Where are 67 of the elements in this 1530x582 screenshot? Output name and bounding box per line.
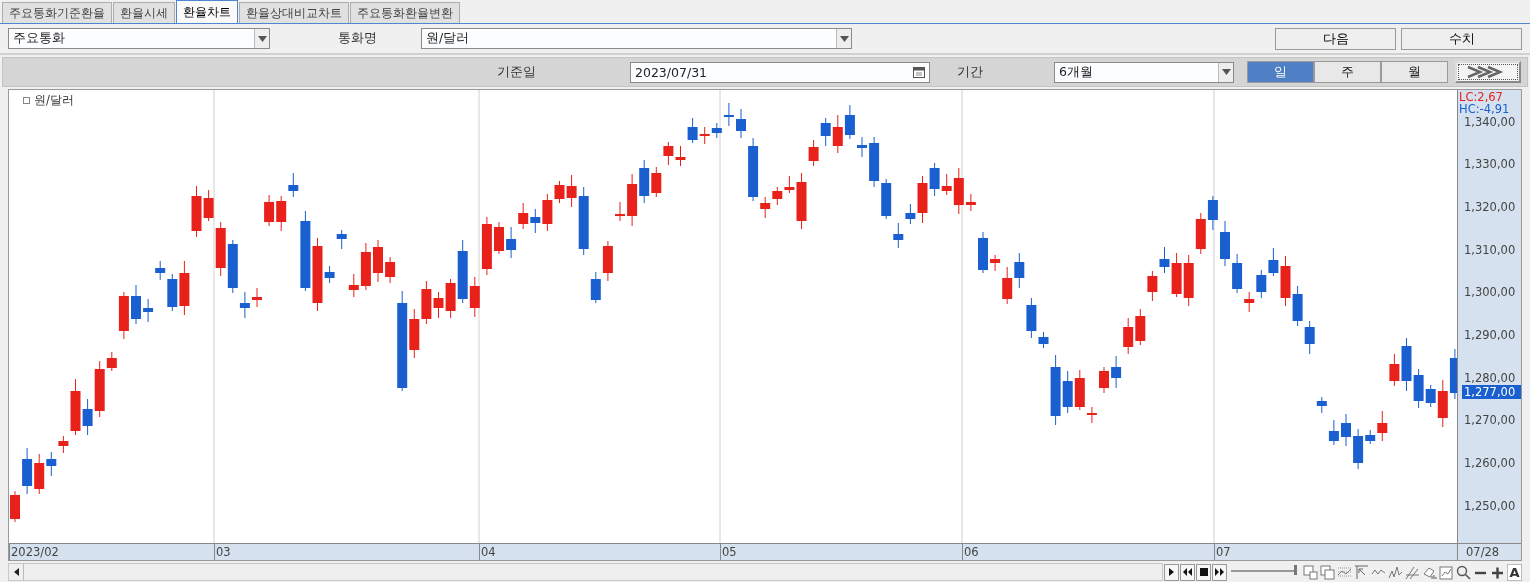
tab[interactable]: 주요통화기준환율 [2,2,112,24]
diagonal-lines-icon[interactable] [1405,564,1420,580]
y-axis-label: 1,310,00 [1464,242,1516,257]
tab[interactable]: 환율차트 [176,0,238,24]
search-icon[interactable] [1456,564,1471,580]
play-icon [1169,568,1174,577]
fast-forward-button[interactable] [1212,563,1227,581]
y-axis-label: 1,260,00 [1464,455,1516,470]
fast-forward-icon [1215,568,1224,577]
legend-label: 원/달러 [23,92,74,108]
select-value: 6개월 [1058,63,1094,81]
wave-line-icon[interactable] [1388,564,1403,580]
interval-toggle[interactable]: 주 [1314,61,1381,83]
currency-select[interactable]: 원/달러 [421,28,852,50]
rewind-button[interactable] [1180,563,1195,581]
chart-window-icon[interactable] [1439,564,1454,580]
group-select[interactable]: 주요통화 [8,28,270,50]
y-axis-label: 1,340,00 [1464,114,1516,129]
period-select[interactable]: 6개월 [1054,61,1234,83]
font-button[interactable]: A [1507,563,1522,581]
overlap-window-icon[interactable] [1320,564,1335,580]
hc-label: HC:-4,91 [1459,101,1510,116]
x-axis-label: 07/28 [1457,543,1521,560]
stop-button[interactable] [1196,563,1211,581]
current-price-label: 1,277,00 [1462,384,1521,399]
next-button[interactable] [1455,61,1521,83]
y-axis-label: 1,290,00 [1464,327,1516,342]
calendar-icon[interactable] [913,66,925,78]
period-label: 기간 [957,63,983,81]
select-value: 주요통화 [12,30,66,48]
interval-toggle[interactable]: 일 [1247,61,1314,83]
y-axis-label: 1,300,00 [1464,285,1516,300]
grid-lines-icon[interactable] [1337,564,1352,580]
dropdown-arrow-icon [1221,69,1231,75]
rewind-icon [1183,568,1192,577]
date-value: 2023/07/31 [634,64,709,80]
legend-marker-icon [23,96,30,104]
scroll-left-icon[interactable] [13,568,19,577]
action-button[interactable]: 다음 [1275,27,1396,50]
x-axis-label: 2023/02 [9,543,59,560]
x-axis-label: 05 [720,543,737,560]
play-button[interactable] [1164,563,1179,581]
tab[interactable]: 주요통화환율변환 [350,2,460,24]
dropdown-arrow-icon [839,35,849,42]
cursor-icon[interactable] [1354,564,1369,580]
y-axis-label: 1,270,00 [1464,413,1516,428]
select-value: 원/달러 [425,30,471,48]
action-button[interactable]: 수치 [1401,27,1522,50]
window-icon[interactable] [1303,564,1318,580]
y-axis-label: 1,320,00 [1464,199,1516,214]
y-axis-label: 1,280,00 [1464,370,1516,385]
stop-icon [1199,568,1208,577]
interval-toggle[interactable]: 월 [1381,61,1448,83]
x-axis-label: 04 [479,543,496,560]
date-label: 기준일 [497,63,536,81]
x-axis-label: 03 [214,543,231,560]
dropdown-arrow-icon [257,35,267,42]
x-axis-label: 07 [1214,543,1231,560]
y-axis-label: 1,330,00 [1464,157,1516,172]
scroll-bar[interactable] [8,563,1163,582]
tab[interactable]: 환율상대비교차트 [239,2,349,24]
lc-label: LC:2,67 [1459,89,1503,104]
x-axis-label: 06 [962,543,979,560]
date-field[interactable]: 2023/07/31 [630,61,930,83]
currency-label: 통화명 [338,30,377,48]
y-axis-label: 1,250,00 [1464,498,1516,513]
tab[interactable]: 환율시세 [113,2,175,24]
